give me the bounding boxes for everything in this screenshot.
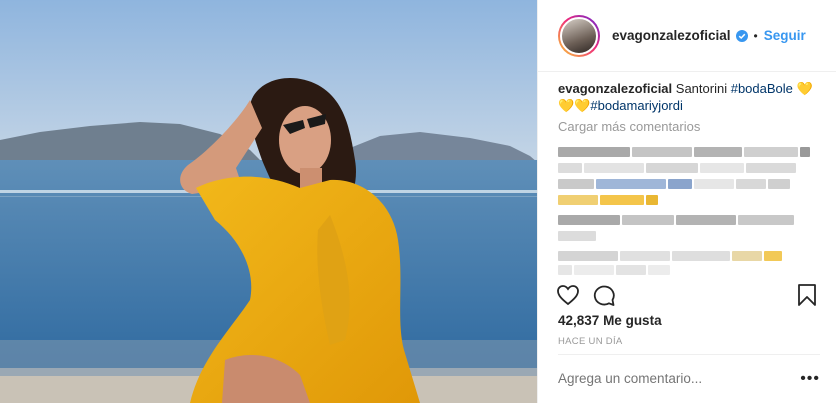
post-timestamp[interactable]: HACE UN DÍA: [558, 336, 623, 347]
likes-count[interactable]: 42,837 Me gusta: [558, 313, 662, 328]
comment-input[interactable]: [558, 371, 778, 386]
likes-number: 42,837: [558, 313, 600, 328]
blurred-comment: [558, 230, 596, 242]
header-separator: •: [753, 28, 758, 43]
likes-label: Me gusta: [603, 313, 662, 328]
comment-bubble-icon[interactable]: [592, 283, 616, 307]
hashtag-bodabole[interactable]: #bodaBole: [731, 81, 793, 96]
blurred-comment: [558, 146, 810, 158]
blurred-comment: [558, 250, 782, 262]
photo-illustration: [0, 0, 537, 403]
blurred-comment: [558, 194, 658, 206]
blurred-comment: [558, 178, 790, 190]
blurred-comment: [558, 214, 794, 226]
bookmark-icon[interactable]: [796, 283, 818, 307]
post-caption: evagonzalezoficial Santorini #bodaBole 💛…: [558, 80, 828, 114]
comment-box: •••: [558, 370, 820, 386]
caption-username[interactable]: evagonzalezoficial: [558, 81, 672, 96]
caption-emoji-2: 💛💛: [558, 98, 591, 113]
more-options-icon[interactable]: •••: [800, 370, 820, 386]
post-header: evagonzalezoficial • Seguir: [538, 0, 836, 72]
post-actions: [538, 283, 836, 313]
heart-icon[interactable]: [556, 283, 580, 307]
load-more-comments-link[interactable]: Cargar más comentarios: [558, 119, 700, 134]
blurred-comment: [558, 264, 670, 276]
caption-text: Santorini: [675, 81, 728, 96]
post-photo[interactable]: [0, 0, 537, 403]
avatar[interactable]: [558, 14, 600, 57]
hashtag-bodamariyjordi[interactable]: #bodamariyjordi: [590, 98, 683, 113]
post-username[interactable]: evagonzalezoficial: [612, 28, 731, 43]
follow-button[interactable]: Seguir: [764, 28, 806, 43]
divider: [558, 354, 820, 355]
blurred-comment: [558, 162, 796, 174]
instagram-post: evagonzalezoficial • Seguir evagonzalezo…: [0, 0, 836, 403]
caption-emoji: 💛: [796, 81, 813, 96]
verified-badge-icon: [735, 29, 748, 42]
post-side-panel: evagonzalezoficial • Seguir evagonzalezo…: [537, 0, 836, 403]
